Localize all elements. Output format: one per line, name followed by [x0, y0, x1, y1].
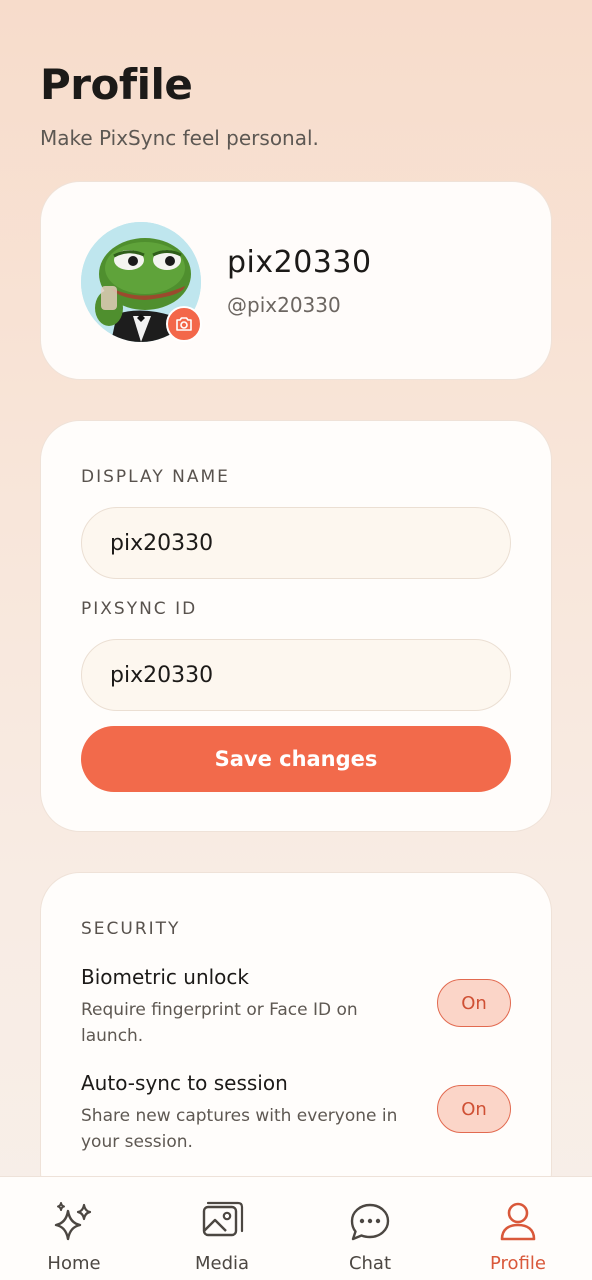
setting-desc-autosync: Share new captures with everyone in your…: [81, 1106, 398, 1152]
setting-title-biometric: Biometric unlock: [81, 965, 249, 989]
page-title: Profile: [40, 60, 193, 109]
save-changes-button[interactable]: Save changes: [81, 726, 511, 792]
gallery-icon: [202, 1201, 244, 1237]
sparkles-icon: [54, 1202, 92, 1241]
page-subtitle: Make PixSync feel personal.: [40, 126, 319, 150]
profile-name: pix20330: [227, 245, 372, 280]
tab-media-label: Media: [194, 1253, 250, 1274]
pixsync-id-label: PIXSYNC ID: [81, 599, 198, 619]
security-card: SECURITY Biometric unlock Require finger…: [40, 872, 552, 1212]
camera-icon: [176, 317, 192, 331]
display-name-label: DISPLAY NAME: [81, 467, 230, 487]
pixsync-id-field[interactable]: [81, 639, 511, 711]
tab-home-label: Home: [47, 1253, 101, 1274]
tab-media[interactable]: Media: [148, 1177, 296, 1280]
person-icon: [500, 1202, 536, 1241]
tab-profile-label: Profile: [490, 1253, 546, 1274]
setting-title-autosync: Auto-sync to session: [81, 1071, 288, 1095]
setting-desc-biometric: Require fingerprint or Face ID on launch…: [81, 1000, 358, 1046]
tab-chat-label: Chat: [348, 1253, 392, 1274]
tab-chat[interactable]: Chat: [296, 1177, 444, 1280]
profile-form-card: DISPLAY NAME PIXSYNC ID Save changes: [40, 420, 552, 832]
profile-handle: @pix20330: [227, 293, 341, 317]
security-section-label: SECURITY: [81, 919, 181, 939]
chat-bubble-icon: [350, 1203, 390, 1241]
biometric-toggle[interactable]: On: [437, 979, 511, 1027]
display-name-field[interactable]: [81, 507, 511, 579]
autosync-toggle[interactable]: On: [437, 1085, 511, 1133]
tab-home[interactable]: Home: [0, 1177, 148, 1280]
profile-card: pix20330 @pix20330: [40, 181, 552, 380]
tab-profile[interactable]: Profile: [444, 1177, 592, 1280]
change-avatar-button[interactable]: [166, 306, 202, 342]
bottom-tab-bar: Home Media Chat Profile: [0, 1176, 592, 1280]
